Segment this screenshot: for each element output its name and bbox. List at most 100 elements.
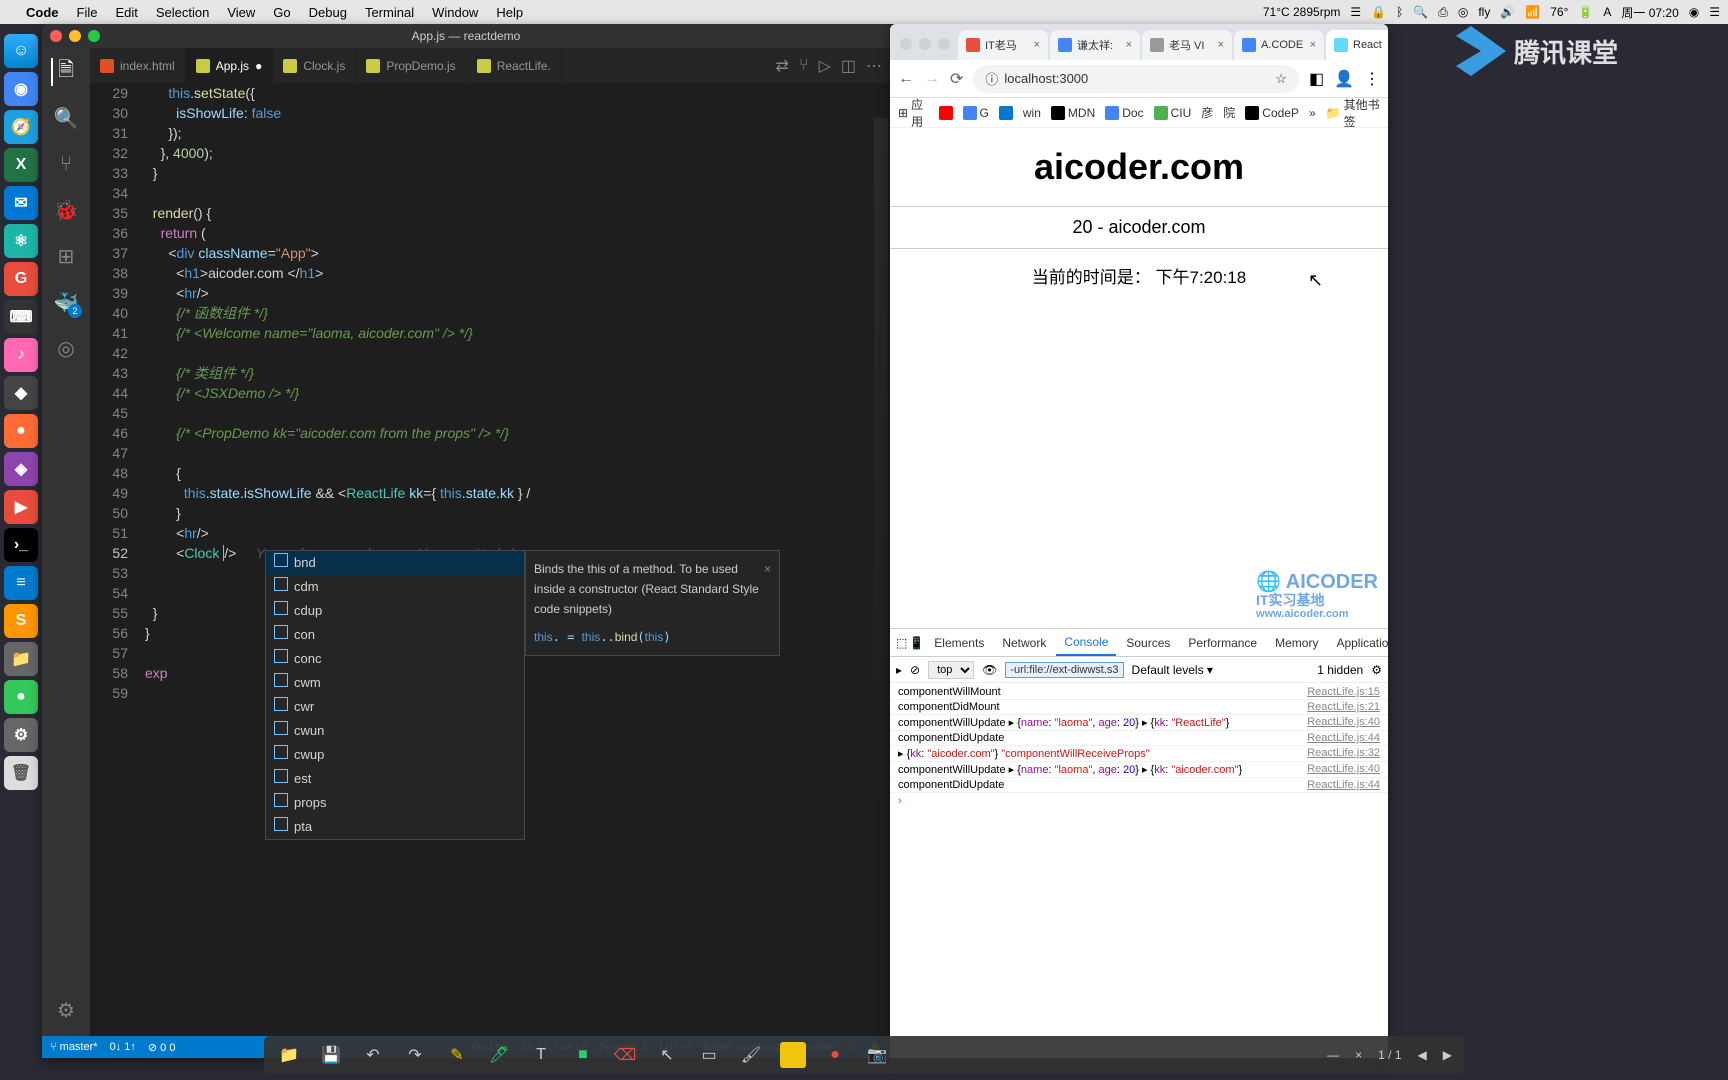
app-icon[interactable]: ●: [4, 414, 38, 448]
explorer-icon[interactable]: 🗎: [51, 58, 79, 86]
minimize-icon[interactable]: —: [1327, 1048, 1339, 1062]
app-name[interactable]: Code: [26, 5, 59, 20]
bookmark[interactable]: win: [1023, 106, 1041, 120]
menu-window[interactable]: Window: [432, 5, 478, 20]
tool-brush[interactable]: 🖌: [738, 1042, 764, 1068]
ac-item[interactable]: cwun: [266, 719, 524, 743]
app-icon[interactable]: ◈: [4, 452, 38, 486]
ac-item[interactable]: con: [266, 623, 524, 647]
vscode-icon[interactable]: ≡: [4, 566, 38, 600]
bookmark[interactable]: CIU: [1154, 106, 1192, 120]
search-icon[interactable]: 🔍: [52, 104, 80, 132]
autocomplete-popup[interactable]: bnd cdm cdup con conc cwm cwr cwun cwup …: [265, 550, 525, 840]
vscode-titlebar[interactable]: App.js — reactdemo: [42, 24, 890, 48]
scm-icon[interactable]: ⑂: [52, 150, 80, 178]
siri-icon[interactable]: ◉: [1689, 5, 1699, 19]
tool-camera[interactable]: 📷: [864, 1042, 890, 1068]
next-icon[interactable]: ▶: [1443, 1048, 1452, 1062]
back-button[interactable]: ←: [898, 70, 914, 88]
git-icon[interactable]: ⑂: [799, 57, 809, 75]
close-icon[interactable]: ×: [764, 559, 771, 579]
bookmark[interactable]: 院: [1223, 104, 1235, 121]
prev-icon[interactable]: ◀: [1418, 1048, 1427, 1062]
sublime-icon[interactable]: S: [4, 604, 38, 638]
log-object[interactable]: componentWillUpdate ▸ {name: "laoma", ag…: [898, 716, 1307, 729]
tool-undo[interactable]: ↶: [360, 1042, 386, 1068]
browser-tab[interactable]: IT老马×: [958, 30, 1048, 60]
app-icon[interactable]: ⚙: [4, 718, 38, 752]
log-levels[interactable]: Default levels ▾: [1132, 663, 1213, 677]
menu-terminal[interactable]: Terminal: [365, 5, 414, 20]
menu-selection[interactable]: Selection: [156, 5, 209, 20]
console-output[interactable]: componentWillMountReactLife.js:15 compon…: [890, 683, 1388, 1058]
ac-item[interactable]: cwm: [266, 671, 524, 695]
bookmark[interactable]: [999, 106, 1013, 120]
safari-icon[interactable]: 🧭: [4, 110, 38, 144]
minimize-button[interactable]: [919, 38, 931, 50]
ac-item[interactable]: est: [266, 767, 524, 791]
tool-board[interactable]: ▭: [696, 1042, 722, 1068]
debug-icon[interactable]: 🐞: [52, 196, 80, 224]
ac-item[interactable]: cwr: [266, 695, 524, 719]
tool-color[interactable]: [780, 1042, 806, 1068]
close-tab-icon[interactable]: ×: [1218, 39, 1224, 51]
clear-console-icon[interactable]: ⊘: [910, 663, 920, 677]
tool-text[interactable]: T: [528, 1042, 554, 1068]
ac-item[interactable]: cdm: [266, 575, 524, 599]
notifications-icon[interactable]: ☰: [1709, 5, 1720, 19]
input-icon[interactable]: A: [1603, 5, 1611, 19]
dt-tab-memory[interactable]: Memory: [1267, 631, 1326, 655]
menu-go[interactable]: Go: [273, 5, 290, 20]
bookmark-overflow[interactable]: »: [1309, 106, 1316, 120]
excel-icon[interactable]: X: [4, 148, 38, 182]
star-icon[interactable]: ☆: [1275, 71, 1287, 87]
docker-icon[interactable]: 🐳2: [52, 288, 80, 316]
browser-tab[interactable]: 老马 VI×: [1142, 30, 1232, 60]
bookmark[interactable]: Doc: [1105, 106, 1143, 120]
dt-tab-console[interactable]: Console: [1056, 630, 1116, 656]
ac-item[interactable]: cwup: [266, 743, 524, 767]
code-editor[interactable]: 2930313233343536373839404142434445464748…: [90, 83, 890, 1036]
menulet-icon[interactable]: ⎙: [1438, 5, 1448, 20]
wifi-icon[interactable]: 📶: [1525, 5, 1540, 19]
search-icon[interactable]: 🔍: [1413, 5, 1428, 19]
battery-icon[interactable]: 🔋: [1578, 5, 1593, 19]
close-tab-icon[interactable]: ×: [1034, 39, 1040, 51]
extension-icon[interactable]: ◧: [1309, 69, 1324, 89]
apps-icon[interactable]: ⊞ 应用: [898, 96, 929, 130]
context-selector[interactable]: top: [928, 661, 974, 679]
site-info-icon[interactable]: ⓘ: [985, 69, 998, 88]
avatar-icon[interactable]: 👤: [1334, 69, 1354, 89]
browser-tab[interactable]: 谦太祥:×: [1050, 30, 1140, 60]
clock[interactable]: 周一 07:20: [1621, 4, 1678, 21]
menulet-icon[interactable]: ☰: [1350, 5, 1361, 19]
app-icon[interactable]: ◆: [4, 376, 38, 410]
tool-save[interactable]: 💾: [318, 1042, 344, 1068]
bookmark[interactable]: [939, 106, 953, 120]
app-icon[interactable]: ●: [4, 680, 38, 714]
log-object[interactable]: componentWillUpdate ▸ {name: "laoma", ag…: [898, 763, 1307, 776]
minimap[interactable]: [874, 118, 888, 818]
tool-pen[interactable]: ✎: [444, 1042, 470, 1068]
dt-tab-performance[interactable]: Performance: [1180, 631, 1265, 655]
dt-tab-sources[interactable]: Sources: [1118, 631, 1178, 655]
tab-reactlife-js[interactable]: ReactLife.: [467, 48, 562, 83]
ac-item[interactable]: pta: [266, 815, 524, 839]
tool-redo[interactable]: ↷: [402, 1042, 428, 1068]
browser-tab-active[interactable]: React×: [1326, 30, 1388, 60]
tool-shape[interactable]: ■: [570, 1042, 596, 1068]
reload-button[interactable]: ⟳: [950, 69, 963, 89]
close-icon[interactable]: ×: [1355, 1048, 1362, 1062]
menu-view[interactable]: View: [227, 5, 255, 20]
eye-icon[interactable]: 👁: [982, 663, 997, 677]
tool-eraser[interactable]: ⌫: [612, 1042, 638, 1068]
browser-tab[interactable]: A.CODE×: [1234, 30, 1324, 60]
app-icon[interactable]: ⚛: [4, 224, 38, 258]
menulet-icon[interactable]: 🔒: [1371, 5, 1386, 19]
close-tab-icon[interactable]: ×: [1126, 39, 1132, 51]
close-button[interactable]: [50, 30, 62, 42]
bookmark[interactable]: MDN: [1051, 106, 1095, 120]
git-sync[interactable]: 0↓ 1↑: [110, 1041, 136, 1053]
bluetooth-icon[interactable]: ᛒ: [1396, 5, 1403, 19]
trash-icon[interactable]: 🗑: [4, 756, 38, 790]
